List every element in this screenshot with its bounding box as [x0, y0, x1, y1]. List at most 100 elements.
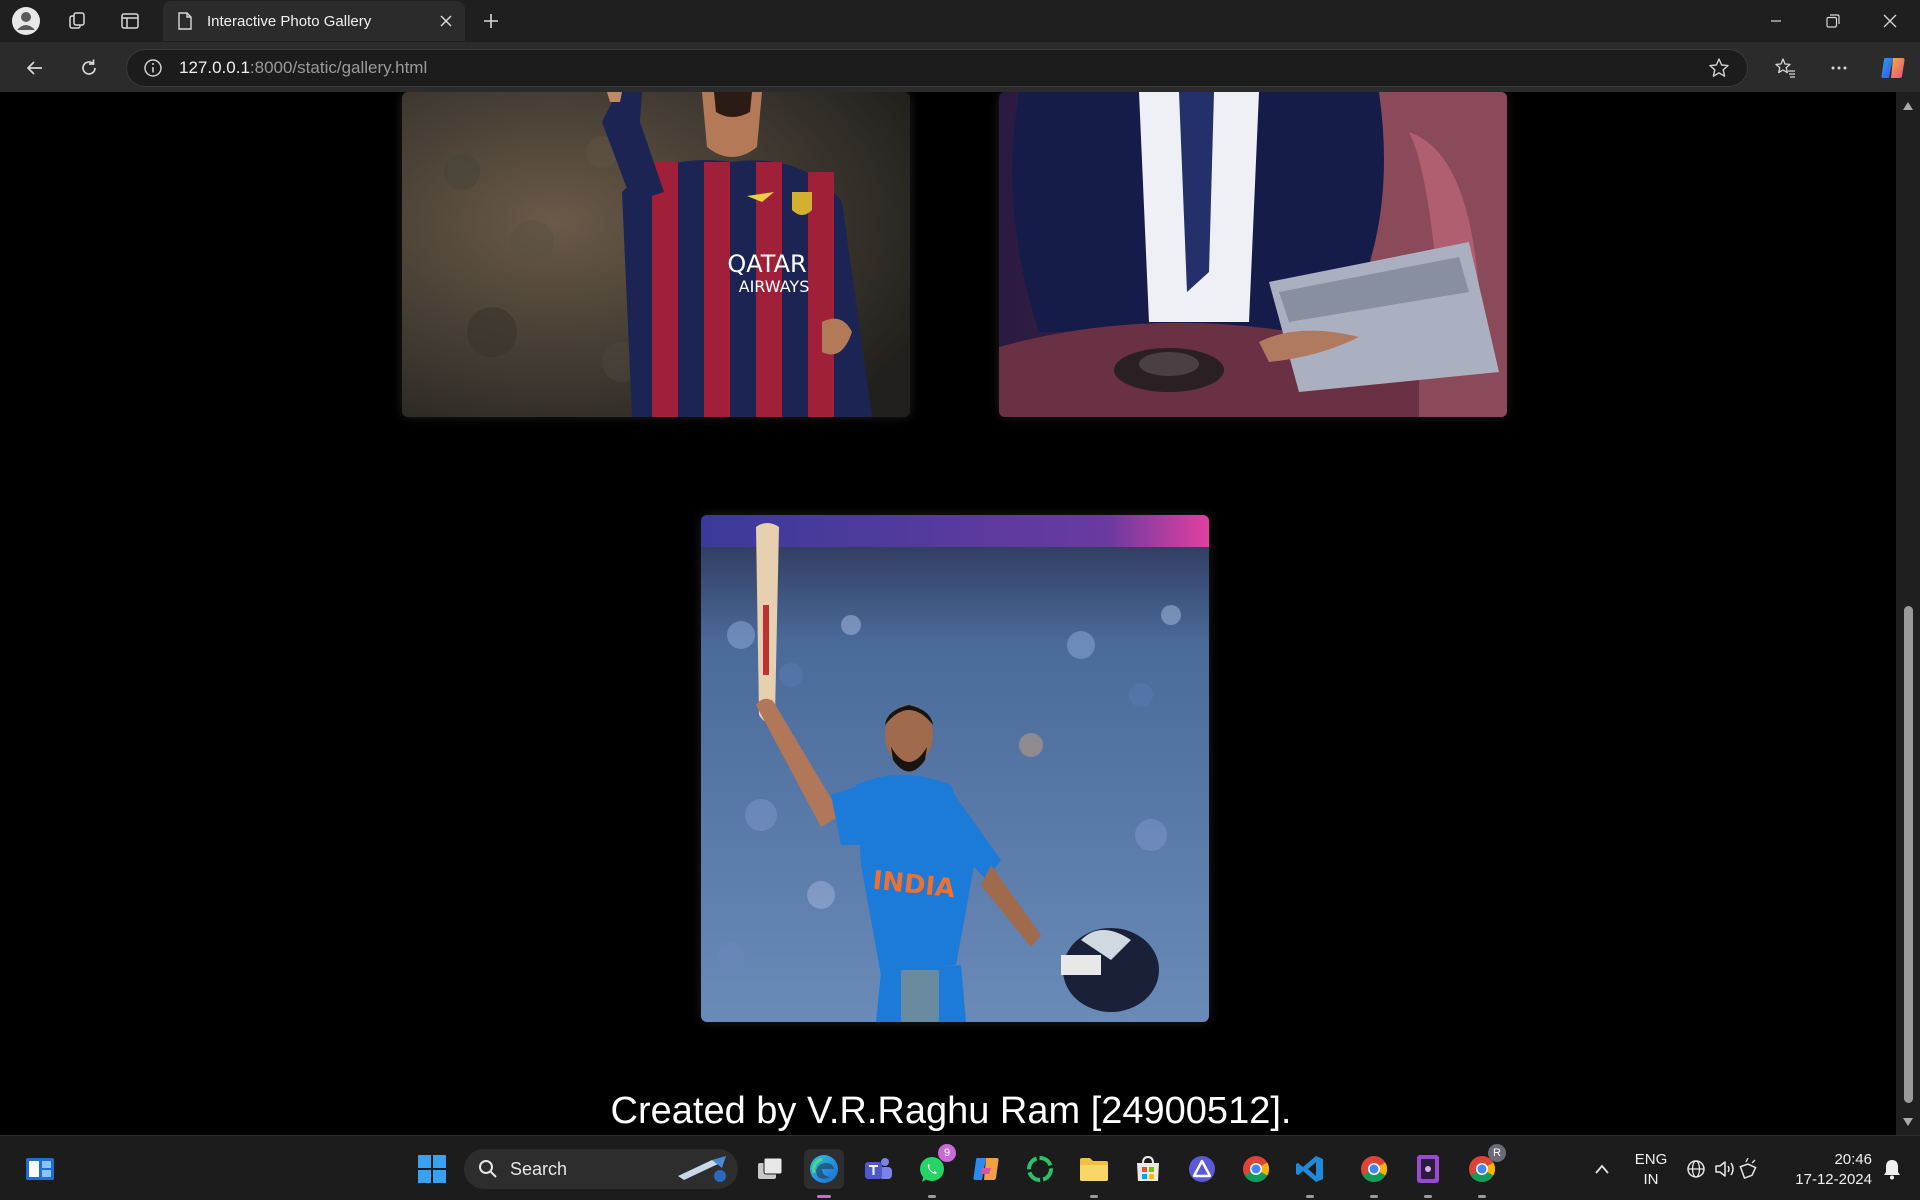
scroll-down-icon — [1903, 1118, 1913, 1126]
close-icon — [1883, 14, 1897, 28]
chrome-icon — [1361, 1156, 1388, 1183]
network-volume-battery-icons — [1687, 1158, 1757, 1179]
gallery-photo-footballer[interactable]: QATAR AIRWAYS — [402, 92, 910, 417]
scrollbar-thumb[interactable] — [1904, 606, 1913, 1103]
edge-app[interactable] — [804, 1149, 844, 1198]
copilot-icon — [1881, 58, 1905, 78]
widgets-button[interactable] — [20, 1149, 60, 1189]
jersey-sponsor-line2: AIRWAYS — [739, 277, 810, 296]
jersey-sponsor-line1: QATAR — [727, 250, 806, 278]
store-app[interactable] — [1128, 1149, 1168, 1189]
whatsapp-running-indicator — [928, 1195, 936, 1198]
favorites-icon — [1775, 58, 1795, 78]
phone-app-icon — [1417, 1155, 1439, 1183]
chrome-app-1[interactable] — [1236, 1149, 1276, 1189]
workspaces-icon — [69, 12, 85, 29]
favorite-button[interactable] — [1699, 50, 1739, 86]
url-path: :8000/static/gallery.html — [249, 58, 428, 77]
tab-close-button[interactable] — [431, 6, 461, 36]
windows-logo-icon — [418, 1155, 446, 1183]
explorer-running-indicator — [1090, 1195, 1098, 1198]
widgets-icon — [26, 1158, 54, 1180]
workspaces-button[interactable] — [60, 5, 94, 37]
businessman-image — [999, 92, 1507, 417]
search-icon — [479, 1160, 497, 1178]
gallery-photo-businessman[interactable] — [999, 92, 1507, 417]
info-icon — [144, 59, 162, 77]
copilot-button[interactable] — [1876, 51, 1910, 85]
more-menu-button[interactable] — [1822, 51, 1856, 85]
taskbar-search[interactable]: Search — [464, 1149, 738, 1189]
chrome-icon — [1243, 1156, 1270, 1183]
scroll-up-arrow[interactable] — [1902, 100, 1914, 112]
chrome-app-profile[interactable]: R — [1462, 1144, 1506, 1198]
page-scrollbar[interactable] — [1896, 92, 1920, 1135]
plus-icon — [484, 14, 498, 28]
circle-app[interactable] — [1020, 1149, 1060, 1189]
star-icon — [1709, 58, 1729, 77]
url-text: 127.0.0.1:8000/static/gallery.html — [179, 58, 1699, 78]
refresh-button[interactable] — [72, 51, 106, 85]
address-bar[interactable]: 127.0.0.1:8000/static/gallery.html — [126, 49, 1748, 87]
gallery-photo-cricketer[interactable]: INDIA — [701, 515, 1209, 1022]
vscode-running-indicator — [1306, 1195, 1314, 1198]
new-tab-button[interactable] — [474, 5, 508, 37]
cricketer-image: INDIA — [701, 515, 1209, 1022]
favorites-button[interactable] — [1768, 51, 1802, 85]
vscode-app[interactable] — [1290, 1149, 1330, 1198]
show-hidden-icons-button[interactable] — [1582, 1149, 1622, 1189]
start-button[interactable] — [412, 1149, 452, 1189]
clock[interactable]: 20:46 17-12-2024 — [1780, 1150, 1872, 1190]
close-icon — [440, 15, 452, 27]
url-host: 127.0.0.1 — [179, 58, 250, 77]
site-info-button[interactable] — [131, 50, 175, 86]
store-icon — [1137, 1155, 1159, 1181]
green-ring-icon — [1027, 1156, 1053, 1182]
ai-app[interactable] — [1182, 1149, 1222, 1189]
chrome2-running-indicator — [1370, 1195, 1378, 1198]
minimize-icon — [1771, 20, 1781, 22]
bell-icon — [1884, 1160, 1900, 1180]
copilot-app[interactable] — [966, 1149, 1006, 1189]
browser-toolbar: 127.0.0.1:8000/static/gallery.html — [0, 42, 1920, 92]
language-region: IN — [1643, 1171, 1659, 1188]
profile-icon — [12, 7, 40, 35]
back-button[interactable] — [18, 51, 52, 85]
search-highlight-icon — [678, 1156, 726, 1182]
page-viewport: QATAR AIRWAYS INDIA Created by V.R.Raghu… — [6, 92, 1896, 1135]
windows-taskbar: Search 9 R ENG IN 20:46 17-12-2024 — [0, 1135, 1920, 1200]
teams-icon — [865, 1158, 892, 1179]
scroll-down-arrow[interactable] — [1902, 1116, 1914, 1128]
tab-gallery[interactable]: Interactive Photo Gallery — [163, 1, 465, 41]
vertical-tabs-icon — [121, 13, 139, 29]
refresh-icon — [82, 59, 96, 75]
chrome-profile-badge: R — [1488, 1144, 1506, 1162]
system-status-button[interactable] — [1684, 1149, 1764, 1189]
purple-app-running-indicator — [1424, 1195, 1432, 1198]
whatsapp-badge: 9 — [938, 1144, 956, 1162]
search-label: Search — [510, 1158, 568, 1179]
close-window-button[interactable] — [1862, 0, 1918, 42]
copilot-icon — [973, 1158, 999, 1180]
profile-button[interactable] — [9, 5, 43, 37]
edge-icon — [810, 1155, 838, 1183]
browser-titlebar: Interactive Photo Gallery — [0, 0, 1920, 42]
vscode-icon — [1296, 1156, 1323, 1182]
restore-button[interactable] — [1805, 0, 1861, 42]
task-view-icon — [758, 1157, 783, 1179]
task-view-button[interactable] — [750, 1149, 790, 1189]
language-indicator[interactable]: ENG IN — [1628, 1150, 1674, 1190]
more-dots-icon — [1831, 66, 1847, 70]
file-explorer-app[interactable] — [1074, 1149, 1114, 1198]
triangle-app-icon — [1189, 1156, 1215, 1182]
scroll-up-icon — [1903, 102, 1913, 110]
notifications-button[interactable] — [1874, 1149, 1910, 1189]
restore-icon — [1826, 14, 1840, 28]
tab-actions-button[interactable] — [113, 5, 147, 37]
whatsapp-app[interactable]: 9 — [912, 1144, 956, 1198]
teams-app[interactable] — [858, 1149, 898, 1189]
chrome-app-2[interactable] — [1354, 1149, 1394, 1198]
page-icon — [178, 12, 192, 30]
minimize-button[interactable] — [1748, 0, 1804, 42]
purple-app[interactable] — [1408, 1149, 1448, 1198]
